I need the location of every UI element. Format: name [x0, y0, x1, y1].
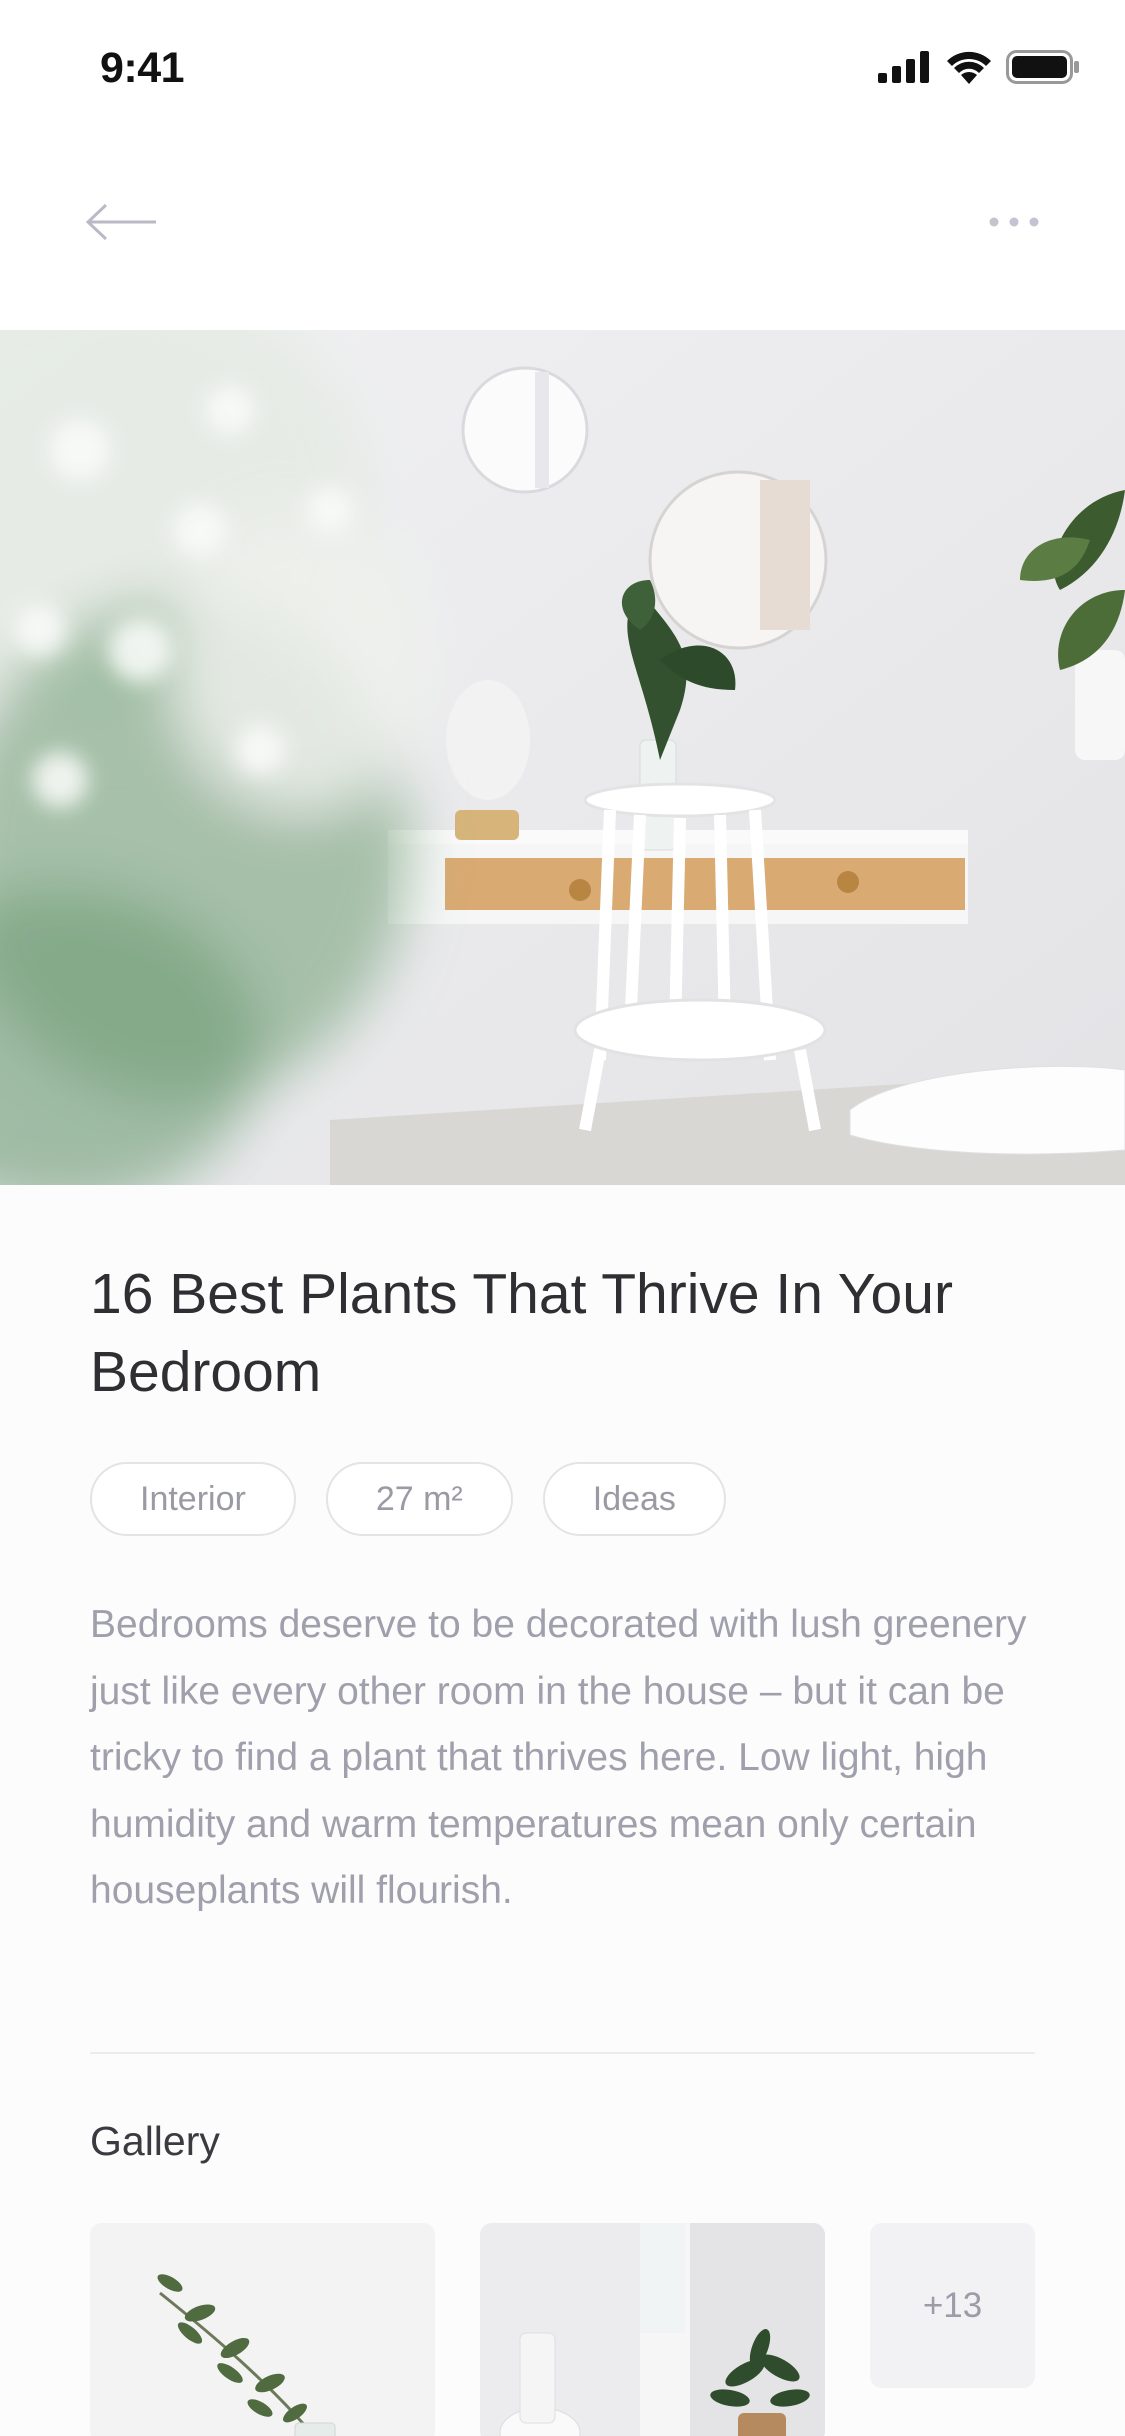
tag-ideas[interactable]: Ideas — [542, 1462, 726, 1536]
nav-bar — [0, 132, 1125, 330]
wifi-icon — [947, 51, 991, 84]
gallery-more-button[interactable]: +13 — [870, 2223, 1035, 2388]
battery-icon — [1006, 50, 1079, 84]
back-button[interactable] — [85, 202, 158, 242]
arrow-left-icon — [85, 203, 156, 241]
status-icons — [878, 50, 1080, 84]
article-title: 16 Best Plants That Thrive In Your Bedro… — [90, 1262, 953, 1404]
status-time: 9:41 — [100, 44, 185, 92]
tag-list: Interior 27 m² Ideas — [90, 1462, 726, 1536]
signal-icon — [878, 51, 929, 83]
status-bar: 9:41 — [0, 0, 1125, 132]
gallery-title: Gallery — [90, 2118, 220, 2164]
gallery-thumbnail[interactable] — [90, 2223, 435, 2436]
gallery-thumbnail[interactable] — [480, 2223, 825, 2436]
tag-interior[interactable]: Interior — [90, 1462, 296, 1536]
tag-area[interactable]: 27 m² — [325, 1462, 513, 1536]
more-horizontal-icon — [989, 217, 1039, 227]
more-options-button[interactable] — [988, 212, 1040, 232]
article-description: Bedrooms deserve to be decorated with lu… — [90, 1603, 1027, 1912]
divider — [90, 2052, 1035, 2054]
hero-image — [0, 330, 1125, 1185]
